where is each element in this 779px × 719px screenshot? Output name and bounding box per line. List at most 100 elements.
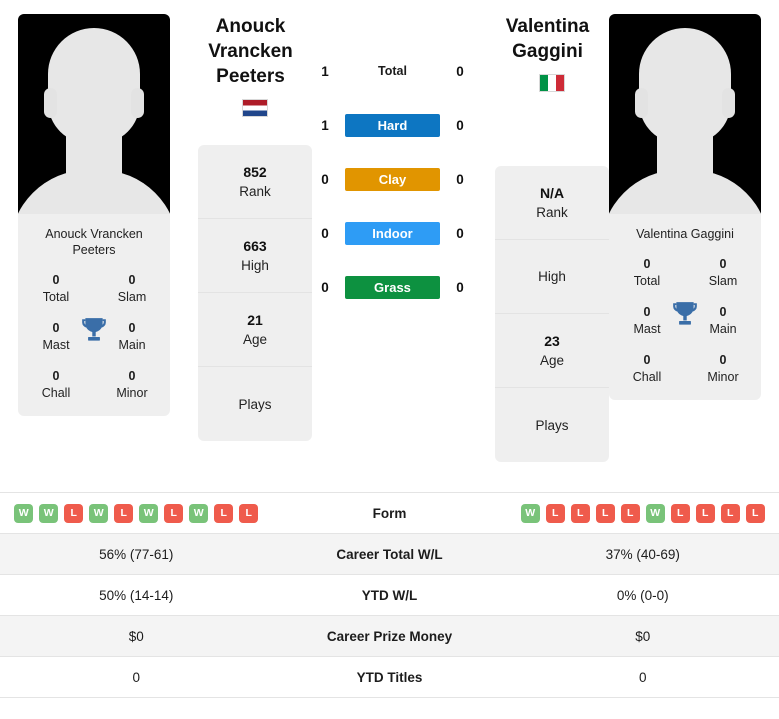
title-total-left: 0 Total xyxy=(42,273,70,304)
form-badge-l: L xyxy=(545,503,565,523)
stat-card-left: 852 Rank 663 High 21 Age Plays xyxy=(198,145,312,441)
player-summary-left: Anouck Vrancken Peeters 852 Rank 663 Hig… xyxy=(198,14,312,441)
form-badge-w: W xyxy=(520,503,540,523)
h2h-row-clay: 0 Clay 0 xyxy=(313,168,473,191)
form-badge-l: L xyxy=(114,503,134,523)
form-badge-w: W xyxy=(645,503,665,523)
form-badge-w: W xyxy=(189,503,209,523)
h2h-left-score: 1 xyxy=(321,64,329,79)
head-to-head-panel: 1 Total 0 1 Hard 0 0 Clay 0 0 Indoor 0 0… xyxy=(312,14,473,330)
table-row-ytd-wl: 50% (14-14) YTD W/L 0% (0-0) xyxy=(0,575,779,616)
h2h-right-score: 0 xyxy=(456,226,464,241)
form-badge-w: W xyxy=(89,503,109,523)
player-avatar xyxy=(18,14,170,214)
player-panel-right[interactable]: Valentina Gaggini 0 Total 0 Slam 0 Mast … xyxy=(609,14,761,400)
avatar-ear-left xyxy=(44,88,57,118)
form-badge-l: L xyxy=(745,503,765,523)
form-badge-w: W xyxy=(39,503,59,523)
career-prize-money-right: $0 xyxy=(635,628,651,644)
form-badge-l: L xyxy=(570,503,590,523)
title-mast-left: 0 Mast xyxy=(42,321,70,352)
form-badge-l: L xyxy=(164,503,184,523)
form-badge-l: L xyxy=(695,503,715,523)
h2h-left-score: 0 xyxy=(321,226,329,241)
h2h-row-hard: 1 Hard 0 xyxy=(313,114,473,137)
table-label-form: Form xyxy=(372,505,407,521)
h2h-label-indoor[interactable]: Indoor xyxy=(345,222,440,245)
flag-italy-icon xyxy=(539,74,565,92)
table-row-career-prize-money: $0 Career Prize Money $0 xyxy=(0,616,779,657)
player-panel-name-left: Anouck Vrancken Peeters xyxy=(45,227,143,257)
title-slam-left: 0 Slam xyxy=(117,273,147,304)
h2h-row-total: 1 Total 0 xyxy=(313,60,473,83)
comparison-table: WWLWLWLWLL Form WLLLLWLLLL 56% (77-61) C… xyxy=(0,492,779,698)
stat-age-left: 21 Age xyxy=(198,293,312,367)
title-chall-left: 0 Chall xyxy=(41,369,71,400)
form-badge-l: L xyxy=(595,503,615,523)
form-badges-right: WLLLLWLLLL xyxy=(507,503,779,523)
titles-row: 0 Chall 0 Minor xyxy=(609,352,761,386)
trophy-icon xyxy=(82,318,106,341)
trophy-icon xyxy=(673,302,697,325)
h2h-label-hard[interactable]: Hard xyxy=(345,114,440,137)
title-chall-right: 0 Chall xyxy=(632,353,662,384)
player-name-right: Valentina Gaggini xyxy=(505,16,590,62)
form-badge-l: L xyxy=(64,503,84,523)
ytd-titles-right: 0 xyxy=(638,669,647,685)
table-row-career-total-wl: 56% (77-61) Career Total W/L 37% (40-69) xyxy=(0,534,779,575)
title-main-right: 0 Main xyxy=(709,305,737,336)
stat-high-right: High xyxy=(495,240,609,314)
title-minor-left: 0 Minor xyxy=(116,369,148,400)
form-badge-w: W xyxy=(14,503,34,523)
avatar-shoulders xyxy=(18,170,170,214)
player-avatar xyxy=(609,14,761,214)
title-mast-right: 0 Mast xyxy=(633,305,661,336)
player-name-left: Anouck Vrancken Peeters xyxy=(208,16,293,87)
ytd-wl-left: 50% (14-14) xyxy=(99,587,174,603)
h2h-row-grass: 0 Grass 0 xyxy=(313,276,473,299)
ytd-titles-left: 0 xyxy=(132,669,140,685)
career-total-wl-left: 56% (77-61) xyxy=(99,546,174,562)
h2h-right-score: 0 xyxy=(456,64,464,79)
stat-plays-left: Plays xyxy=(238,396,272,412)
title-total-right: 0 Total xyxy=(633,257,661,288)
h2h-right-score: 0 xyxy=(456,118,464,133)
form-strip-left: WWLWLWLWLL xyxy=(0,503,273,523)
h2h-left-score: 0 xyxy=(321,172,329,187)
stat-rank-right: N/A Rank xyxy=(495,166,609,240)
stat-plays-right: Plays xyxy=(535,417,569,433)
title-minor-right: 0 Minor xyxy=(707,353,739,384)
avatar-ear-right xyxy=(722,88,735,118)
titles-row: 0 Total 0 Slam xyxy=(609,256,761,290)
career-total-wl-right: 37% (40-69) xyxy=(605,546,680,562)
career-prize-money-left: $0 xyxy=(128,628,144,644)
ytd-wl-right: 0% (0-0) xyxy=(616,587,669,603)
form-badge-l: L xyxy=(214,503,234,523)
h2h-label-clay[interactable]: Clay xyxy=(345,168,440,191)
form-badge-l: L xyxy=(670,503,690,523)
form-strip-right: WLLLLWLLLL xyxy=(507,503,779,523)
player-panel-left[interactable]: Anouck Vrancken Peeters 0 Total 0 Slam 0… xyxy=(18,14,170,416)
title-slam-right: 0 Slam xyxy=(708,257,738,288)
titles-row: 0 Chall 0 Minor xyxy=(18,368,170,402)
avatar-shoulders xyxy=(609,170,761,214)
table-row-form: WWLWLWLWLL Form WLLLLWLLLL xyxy=(0,493,779,534)
stat-high-left: 663 High xyxy=(198,219,312,293)
table-row-ytd-titles: 0 YTD Titles 0 xyxy=(0,657,779,698)
titles-row: 0 Total 0 Slam xyxy=(18,272,170,306)
avatar-ear-right xyxy=(131,88,144,118)
h2h-label-grass[interactable]: Grass xyxy=(345,276,440,299)
titles-grid-right: 0 Total 0 Slam 0 Mast 0 Main 0 Chall 0 M… xyxy=(609,246,761,400)
title-main-left: 0 Main xyxy=(118,321,146,352)
h2h-label-total: Total xyxy=(378,64,407,78)
table-label-career-total-wl: Career Total W/L xyxy=(336,546,443,562)
h2h-right-score: 0 xyxy=(456,172,464,187)
form-badge-l: L xyxy=(720,503,740,523)
h2h-left-score: 0 xyxy=(321,280,329,295)
h2h-row-indoor: 0 Indoor 0 xyxy=(313,222,473,245)
h2h-right-score: 0 xyxy=(456,280,464,295)
player-panel-name-right: Valentina Gaggini xyxy=(636,227,734,241)
flag-netherlands-icon xyxy=(242,99,268,117)
stat-age-right: 23 Age xyxy=(495,314,609,388)
table-label-career-prize-money: Career Prize Money xyxy=(326,628,453,644)
